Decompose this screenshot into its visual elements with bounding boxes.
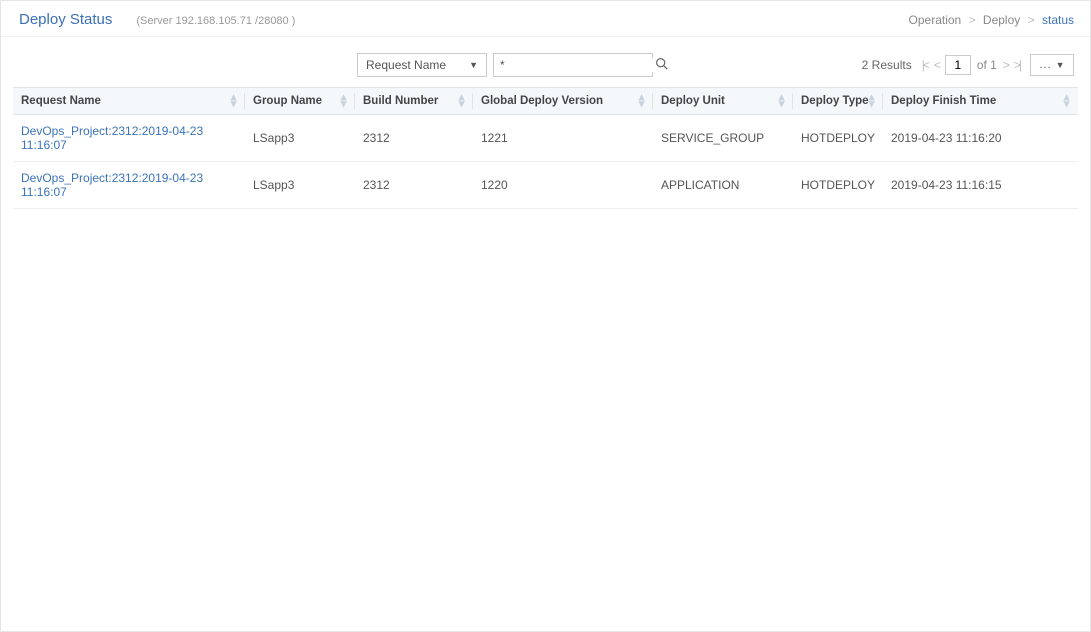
breadcrumb-item[interactable]: Operation — [909, 13, 962, 27]
pager-input[interactable] — [945, 55, 971, 75]
sort-icon: ▲▼ — [456, 94, 467, 107]
page-title: Deploy Status — [19, 11, 112, 28]
pager-last-icon[interactable]: >| — [1014, 58, 1020, 72]
col-header-build-number[interactable]: Build Number▲▼ — [355, 88, 473, 115]
table-row: DevOps_Project:2312:2019-04-23 11:16:07 … — [13, 162, 1078, 209]
breadcrumb-sep: > — [969, 13, 976, 27]
toolbar-right: 2 Results |< < of 1 > >| ... ▼ — [862, 54, 1074, 76]
request-name-link[interactable]: DevOps_Project:2312:2019-04-23 11:16:07 — [21, 124, 203, 152]
breadcrumb-item[interactable]: Deploy — [983, 13, 1020, 27]
sort-icon: ▲▼ — [338, 94, 349, 107]
sort-icon: ▲▼ — [1061, 94, 1072, 107]
cell-global-deploy-version: 1221 — [473, 115, 653, 162]
chevron-down-icon: ▼ — [1056, 60, 1065, 70]
sort-icon: ▲▼ — [228, 94, 239, 107]
results-count: 2 Results — [862, 58, 912, 72]
more-label: ... — [1039, 59, 1051, 71]
more-button[interactable]: ... ▼ — [1030, 54, 1074, 76]
col-header-deploy-unit[interactable]: Deploy Unit▲▼ — [653, 88, 793, 115]
col-header-deploy-type[interactable]: Deploy Type▲▼ — [793, 88, 883, 115]
search-box[interactable] — [493, 53, 653, 77]
deploy-status-table: Request Name▲▼ Group Name▲▼ Build Number… — [13, 87, 1078, 209]
toolbar: Request Name ▼ 2 Results |< < of 1 > >| … — [1, 37, 1090, 87]
chevron-down-icon: ▼ — [469, 60, 478, 70]
pager-first-icon[interactable]: |< — [922, 58, 928, 72]
breadcrumb-sep: > — [1028, 13, 1035, 27]
header-left: Deploy Status (Server 192.168.105.71 /28… — [19, 11, 295, 28]
search-input[interactable] — [500, 58, 655, 72]
filter-select[interactable]: Request Name ▼ — [357, 53, 487, 77]
col-header-global-deploy-version[interactable]: Global Deploy Version▲▼ — [473, 88, 653, 115]
sort-icon: ▲▼ — [636, 94, 647, 107]
col-header-group-name[interactable]: Group Name▲▼ — [245, 88, 355, 115]
cell-build-number: 2312 — [355, 162, 473, 209]
toolbar-center: Request Name ▼ — [357, 53, 653, 77]
request-name-link[interactable]: DevOps_Project:2312:2019-04-23 11:16:07 — [21, 171, 203, 199]
table-row: DevOps_Project:2312:2019-04-23 11:16:07 … — [13, 115, 1078, 162]
page-header: Deploy Status (Server 192.168.105.71 /28… — [1, 1, 1090, 37]
cell-group-name: LSapp3 — [245, 115, 355, 162]
cell-build-number: 2312 — [355, 115, 473, 162]
col-header-deploy-finish-time[interactable]: Deploy Finish Time▲▼ — [883, 88, 1078, 115]
breadcrumb-current: status — [1042, 13, 1074, 27]
sort-icon: ▲▼ — [866, 94, 877, 107]
filter-select-label: Request Name — [366, 58, 446, 72]
cell-deploy-type: HOTDEPLOY — [793, 162, 883, 209]
cell-group-name: LSapp3 — [245, 162, 355, 209]
cell-deploy-finish-time: 2019-04-23 11:16:15 — [883, 162, 1078, 209]
cell-global-deploy-version: 1220 — [473, 162, 653, 209]
breadcrumb: Operation > Deploy > status — [909, 13, 1074, 27]
cell-deploy-unit: APPLICATION — [653, 162, 793, 209]
cell-deploy-finish-time: 2019-04-23 11:16:20 — [883, 115, 1078, 162]
pager-next-icon[interactable]: > — [1003, 58, 1008, 72]
cell-deploy-type: HOTDEPLOY — [793, 115, 883, 162]
pager-of-label: of 1 — [977, 58, 997, 72]
cell-deploy-unit: SERVICE_GROUP — [653, 115, 793, 162]
sort-icon: ▲▼ — [776, 94, 787, 107]
pager-prev-icon[interactable]: < — [934, 58, 939, 72]
search-icon[interactable] — [655, 57, 668, 73]
pager: |< < of 1 > >| — [922, 55, 1020, 75]
col-header-request-name[interactable]: Request Name▲▼ — [13, 88, 245, 115]
table-header-row: Request Name▲▼ Group Name▲▼ Build Number… — [13, 88, 1078, 115]
table-container: Request Name▲▼ Group Name▲▼ Build Number… — [1, 87, 1090, 209]
server-info: (Server 192.168.105.71 /28080 ) — [136, 15, 295, 27]
table-body: DevOps_Project:2312:2019-04-23 11:16:07 … — [13, 115, 1078, 209]
